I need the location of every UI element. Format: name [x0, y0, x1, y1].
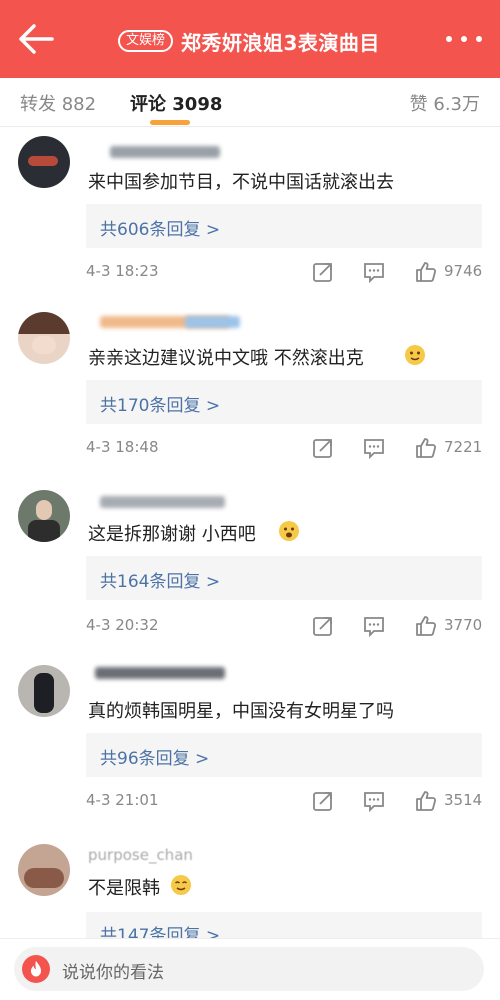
comment-text: 这是拆那谢谢 小西吧	[88, 524, 256, 545]
share-icon[interactable]	[311, 614, 335, 638]
replies-count[interactable]: 共96条回复 >	[100, 744, 209, 769]
thumbs-up-icon[interactable]	[414, 436, 438, 460]
share-icon[interactable]	[311, 436, 335, 460]
title-group: 文娱榜 郑秀妍浪姐3表演曲目	[118, 26, 380, 56]
top-bar: 文娱榜 郑秀妍浪姐3表演曲目	[0, 0, 500, 78]
more-dots-icon[interactable]	[446, 36, 482, 46]
username[interactable]: purpose_chan	[88, 846, 193, 864]
avatar[interactable]	[18, 665, 70, 717]
input-placeholder: 说说你的看法	[62, 963, 164, 983]
comment-icon[interactable]	[362, 260, 386, 284]
username-blurred[interactable]	[110, 146, 220, 158]
replies-link[interactable]: 共170条回复 >	[86, 380, 482, 424]
thumbs-up-icon[interactable]	[414, 789, 438, 813]
comment-meta: 4-3 20:32 3770	[86, 614, 486, 640]
replies-link[interactable]: 共164条回复 >	[86, 556, 482, 600]
comment-meta: 4-3 18:23 9746	[86, 260, 486, 286]
replies-link[interactable]: 共606条回复 >	[86, 204, 482, 248]
replies-count[interactable]: 共606条回复 >	[100, 215, 220, 240]
category-tag: 文娱榜	[118, 30, 174, 52]
avatar[interactable]	[18, 844, 70, 896]
comment-time: 4-3 18:48	[86, 438, 159, 456]
tab-comment[interactable]: 评论 3098	[130, 90, 222, 116]
like-count: 3514	[444, 791, 483, 809]
page-title: 郑秀妍浪姐3表演曲目	[181, 30, 380, 55]
comment-icon[interactable]	[362, 436, 386, 460]
comment-time: 4-3 21:01	[86, 791, 159, 809]
comment-time: 4-3 20:32	[86, 616, 159, 634]
emoji-icon	[279, 521, 299, 541]
tab-bar: 转发 882 评论 3098 赞 6.3万	[0, 78, 500, 127]
tab-repost[interactable]: 转发 882	[20, 90, 96, 116]
comment-text: 来中国参加节目，不说中国话就滚出去	[88, 172, 394, 193]
comment-icon[interactable]	[362, 789, 386, 813]
thumbs-up-icon[interactable]	[414, 260, 438, 284]
share-icon[interactable]	[311, 789, 335, 813]
avatar[interactable]	[18, 490, 70, 542]
username-blurred[interactable]	[95, 667, 225, 679]
back-arrow-icon[interactable]	[16, 22, 56, 56]
fire-icon	[22, 955, 50, 983]
user-badge-blurred	[185, 316, 240, 328]
thumbs-up-icon[interactable]	[414, 614, 438, 638]
replies-count[interactable]: 共170条回复 >	[100, 391, 220, 416]
comment-text: 不是限韩	[88, 878, 160, 899]
comment-time: 4-3 18:23	[86, 262, 159, 280]
comment-meta: 4-3 21:01 3514	[86, 789, 486, 815]
avatar[interactable]	[18, 136, 70, 188]
username-blurred[interactable]	[100, 496, 225, 508]
active-tab-indicator	[150, 120, 190, 125]
comment-input[interactable]: 说说你的看法	[14, 947, 484, 991]
comment-text: 亲亲这边建议说中文哦 不然滚出克	[88, 348, 364, 369]
emoji-icon	[171, 875, 191, 895]
avatar[interactable]	[18, 312, 70, 364]
tab-like[interactable]: 赞 6.3万	[410, 90, 480, 116]
comment-input-bar: 说说你的看法	[0, 938, 500, 1000]
like-count: 7221	[444, 438, 483, 456]
comment-icon[interactable]	[362, 614, 386, 638]
comment-meta: 4-3 18:48 7221	[86, 436, 486, 462]
replies-count[interactable]: 共164条回复 >	[100, 567, 220, 592]
comment-text: 真的烦韩国明星，中国没有女明星了吗	[88, 701, 394, 722]
like-count: 9746	[444, 262, 483, 280]
like-count: 3770	[444, 616, 483, 634]
replies-link[interactable]: 共96条回复 >	[86, 733, 482, 777]
emoji-icon	[405, 345, 425, 365]
share-icon[interactable]	[311, 260, 335, 284]
